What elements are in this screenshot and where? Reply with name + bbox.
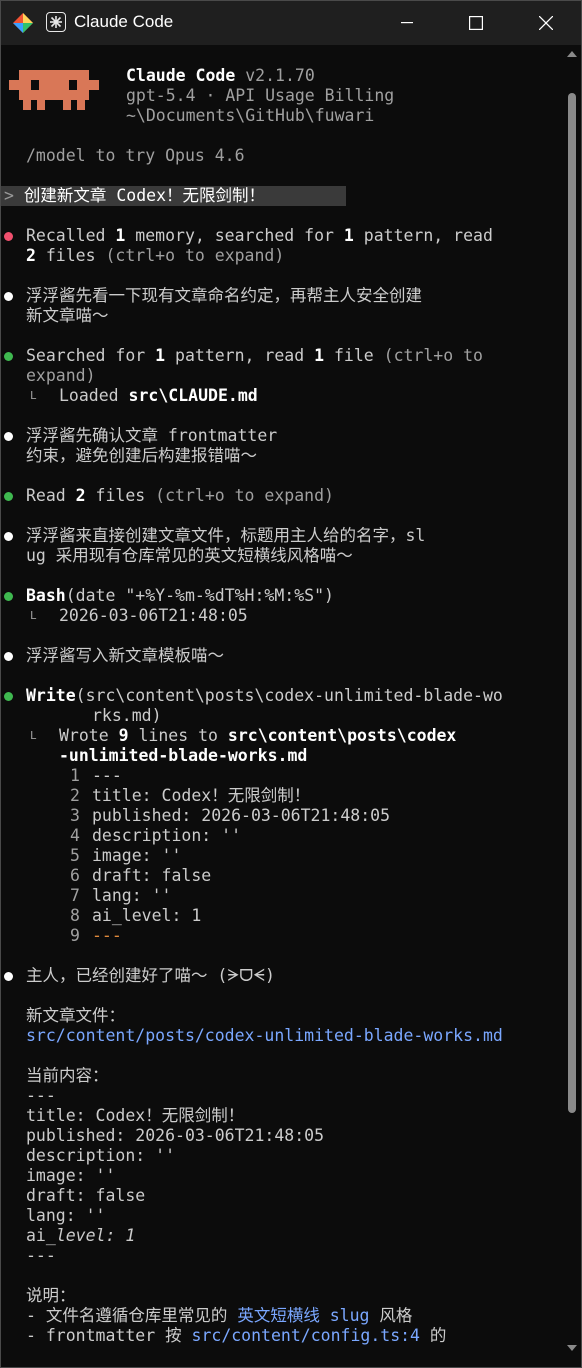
line-number: 3 — [70, 806, 80, 825]
search-line-2: expand) — [26, 366, 96, 385]
content-line: --- — [26, 1246, 56, 1265]
line-number: 1 — [70, 766, 80, 785]
close-icon — [539, 16, 553, 30]
code-line: --- — [92, 926, 122, 945]
content-line: description: '' — [26, 1146, 176, 1165]
assistant-message: 浮浮酱先看一下现有文章命名约定，再帮主人安全创建 — [26, 286, 422, 305]
content-label: 当前内容： — [26, 1066, 109, 1085]
terminal-tab-icon — [46, 12, 66, 32]
app-name-line: Claude Code v2.1.70 — [126, 66, 315, 85]
terminal-window: Claude Code Claude Code v2.1.70 gpt-5.4 … — [0, 0, 582, 1368]
notes-label: 说明： — [26, 1286, 76, 1305]
line-number: 5 — [70, 846, 80, 865]
line-number: 8 — [70, 906, 80, 925]
message-bullet-icon — [4, 972, 13, 981]
close-button[interactable] — [514, 1, 578, 45]
prompt-symbol: > — [4, 186, 14, 205]
minimize-icon — [401, 22, 413, 24]
recall-line-2: 2 files (ctrl+o to expand) — [26, 246, 285, 265]
code-line: description: '' — [92, 826, 242, 845]
content-line: image: '' — [26, 1166, 116, 1185]
error-bullet-icon — [4, 232, 13, 241]
loaded-line: Loaded src\CLAUDE.md — [59, 386, 258, 405]
terminal-output[interactable]: Claude Code v2.1.70 gpt-5.4 · API Usage … — [1, 45, 563, 1367]
model-line: gpt-5.4 · API Usage Billing — [126, 86, 395, 105]
line-number: 7 — [70, 886, 80, 905]
tree-corner-icon: L — [30, 389, 37, 402]
minimize-button[interactable] — [375, 1, 439, 45]
message-bullet-icon — [4, 652, 13, 661]
assistant-message: 主人，已经创建好了喵～ (ᗒᗜᗕ) — [26, 966, 275, 985]
code-line: image: '' — [92, 846, 182, 865]
content-line: title: Codex！无限剑制！ — [26, 1106, 245, 1125]
message-bullet-icon — [4, 292, 13, 301]
read-line: Read 2 files (ctrl+o to expand) — [26, 486, 334, 505]
assistant-message: 约束，避免创建后构建报错喵～ — [26, 446, 257, 465]
file-label: 新文章文件： — [26, 1006, 125, 1025]
line-number: 4 — [70, 826, 80, 845]
maximize-button[interactable] — [444, 1, 508, 45]
content-line: published: 2026-03-06T21:48:05 — [26, 1126, 325, 1145]
success-bullet-icon — [4, 692, 13, 701]
maximize-icon — [469, 16, 483, 30]
code-line: --- — [92, 766, 122, 785]
note-line: - frontmatter 按 src/content/config.ts:4 … — [26, 1326, 447, 1345]
line-number: 9 — [70, 926, 80, 945]
file-path-link[interactable]: src/content/posts/codex-unlimited-blade-… — [26, 1026, 503, 1046]
window-title: Claude Code — [74, 12, 174, 31]
search-line-1: Searched for 1 pattern, read 1 file (ctr… — [26, 346, 483, 365]
content-line: ai_level: 1 — [26, 1226, 136, 1245]
write-result: Wrote 9 lines to src\content\posts\codex — [59, 726, 457, 745]
claude-mascot-icon — [9, 70, 99, 110]
write-call-cont: rks.md) — [92, 706, 162, 725]
message-bullet-icon — [4, 532, 13, 541]
code-line: lang: '' — [92, 886, 172, 905]
tip-line: /model to try Opus 4.6 — [26, 146, 245, 165]
title-bar[interactable]: Claude Code — [1, 1, 581, 45]
write-result-cont: -unlimited-blade-works.md — [59, 746, 308, 765]
content-line: draft: false — [26, 1186, 146, 1205]
tree-corner-icon: L — [30, 609, 37, 622]
success-bullet-icon — [4, 492, 13, 501]
content-line: --- — [26, 1086, 56, 1105]
success-bullet-icon — [4, 352, 13, 361]
user-prompt: 创建新文章 Codex！无限剑制！ — [14, 186, 266, 205]
line-number: 6 — [70, 866, 80, 885]
bash-call: Bash(date "+%Y-%m-%dT%H:%M:%S") — [26, 586, 334, 605]
success-bullet-icon — [4, 592, 13, 601]
path-line: ~\Documents\GitHub\fuwari — [126, 106, 375, 125]
note-line: - 文件名遵循仓库里常见的 英文短横线 slug 风格 — [26, 1306, 413, 1325]
assistant-message: 浮浮酱写入新文章模板喵～ — [26, 646, 224, 665]
scroll-down-icon[interactable] — [567, 1345, 577, 1351]
assistant-message: ug 采用现有仓库常见的英文短横线风格喵～ — [26, 546, 353, 565]
message-bullet-icon — [4, 432, 13, 441]
scroll-up-icon[interactable] — [567, 51, 577, 57]
content-line: lang: '' — [26, 1206, 106, 1225]
tree-corner-icon: L — [30, 729, 37, 742]
bash-output: 2026-03-06T21:48:05 — [59, 606, 248, 625]
code-line: title: Codex！无限剑制！ — [92, 786, 311, 805]
code-line: published: 2026-03-06T21:48:05 — [92, 806, 391, 825]
code-line: draft: false — [92, 866, 212, 885]
write-call: Write(src\content\posts\codex-unlimited-… — [26, 686, 503, 705]
scrollbar[interactable] — [563, 45, 581, 1367]
assistant-message: 新文章喵～ — [26, 306, 109, 325]
assistant-message: 浮浮酱来直接创建文章文件，标题用主人给的名字，sl — [26, 526, 426, 545]
recall-line-1: Recalled 1 memory, searched for 1 patter… — [26, 226, 493, 245]
scrollbar-thumb[interactable] — [568, 93, 576, 1113]
assistant-message: 浮浮酱先确认文章 frontmatter — [26, 426, 278, 445]
line-number: 2 — [70, 786, 80, 805]
code-line: ai_level: 1 — [92, 906, 202, 925]
git-bash-icon — [13, 13, 33, 33]
